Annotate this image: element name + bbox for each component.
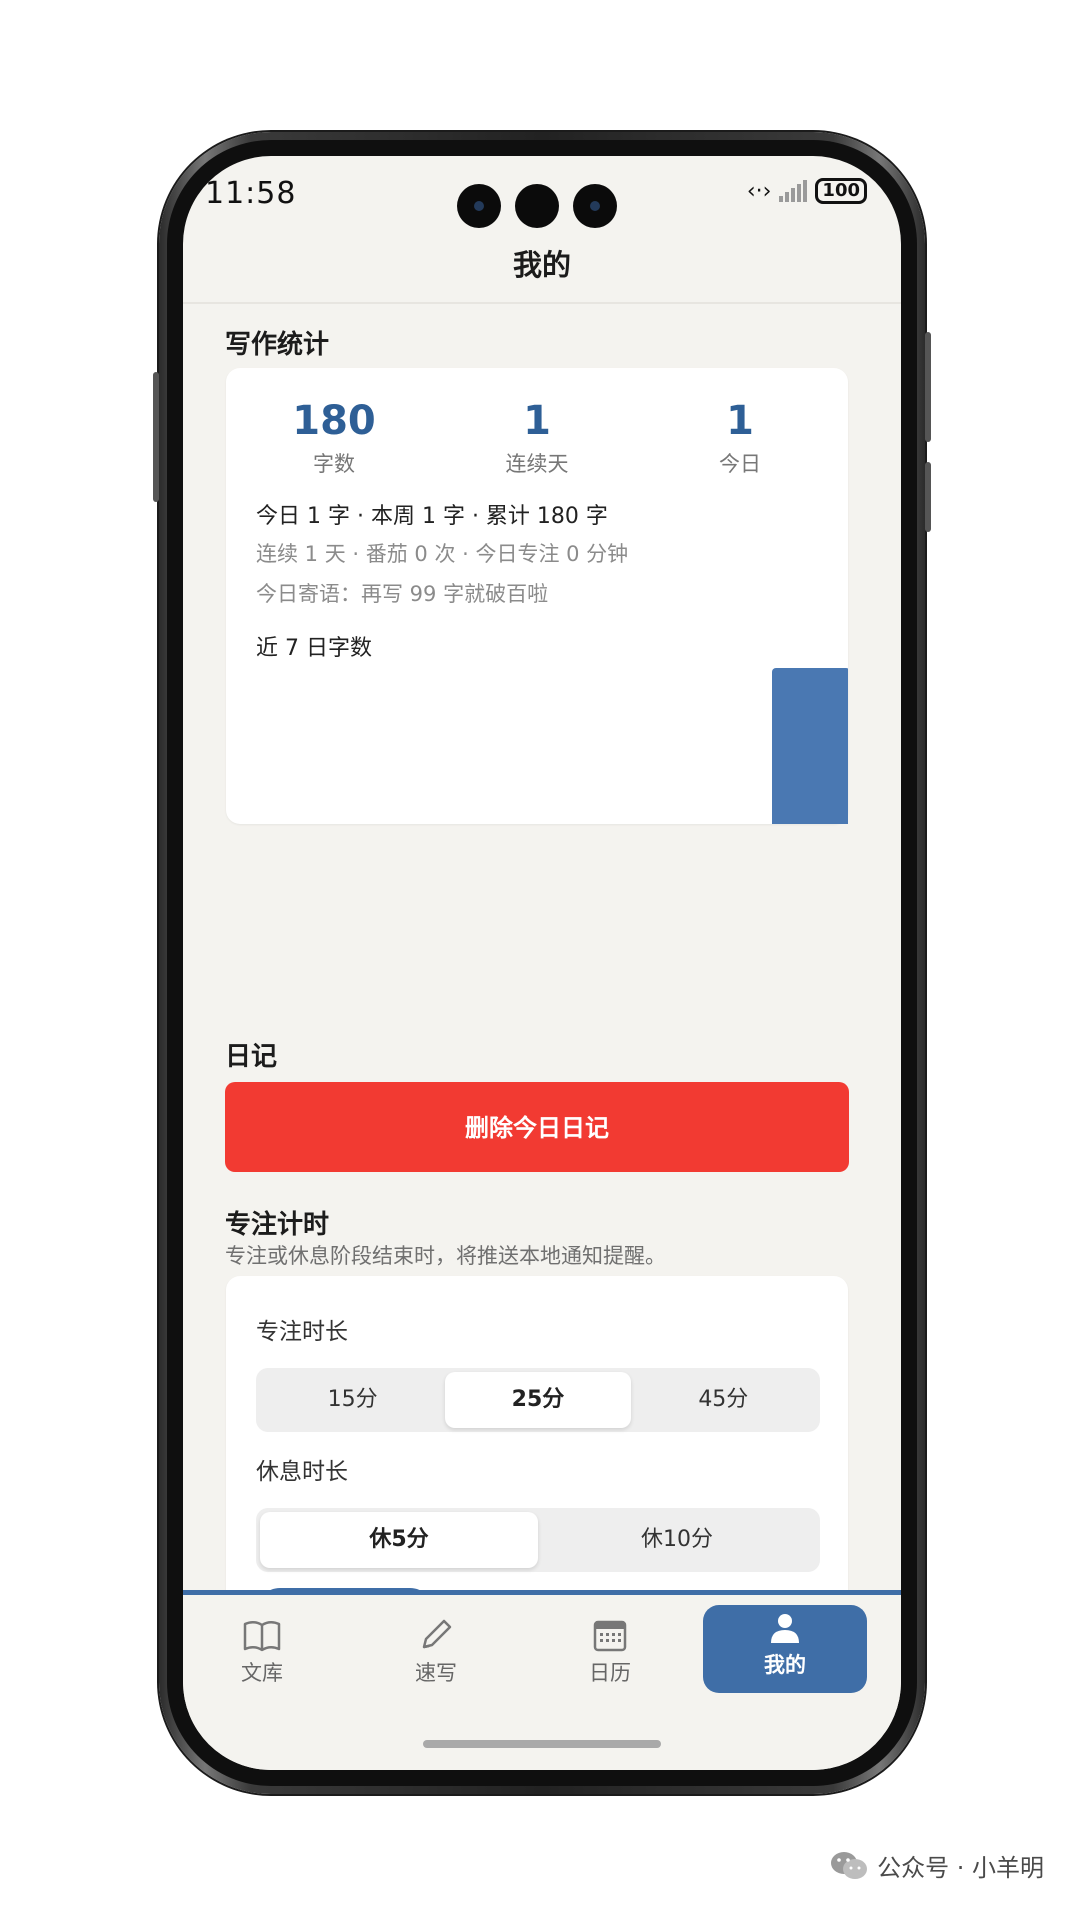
signal-icon xyxy=(779,180,808,202)
rest-duration-selector: 休5分 休10分 xyxy=(256,1508,820,1572)
nav-item-calendar[interactable]: 日历 xyxy=(545,1613,675,1701)
side-button-right-2 xyxy=(925,462,931,532)
person-icon xyxy=(703,1605,867,1645)
nav-label: 我的 xyxy=(764,1653,806,1677)
focus-duration-label: 专注时长 xyxy=(256,1319,348,1345)
nav-label: 文库 xyxy=(241,1661,283,1685)
calendar-icon xyxy=(545,1613,675,1653)
volume-button xyxy=(153,372,159,502)
nav-item-me[interactable]: 我的 xyxy=(703,1605,867,1693)
pencil-icon xyxy=(371,1613,501,1653)
camera-sensor-icon xyxy=(515,184,559,228)
focus-option-15[interactable]: 15分 xyxy=(260,1372,445,1428)
weekly-word-chart: 08/0208/0308/0408/0508/0608/0708/08 xyxy=(772,668,848,824)
rest-option-10[interactable]: 休10分 xyxy=(538,1512,816,1568)
focus-timer-title: 专注计时 xyxy=(225,1210,330,1240)
camera-lens-icon xyxy=(573,184,617,228)
nav-item-sketch[interactable]: 速写 xyxy=(371,1613,501,1701)
wechat-icon xyxy=(831,1851,868,1879)
phone-frame: 11:58 ‹·› 100 我的 写作统计 180 字数 1 连续天 1 今日 … xyxy=(153,132,931,1794)
header-divider xyxy=(183,302,901,304)
diary-title: 日记 xyxy=(225,1042,278,1072)
camera-cutout xyxy=(457,184,617,228)
book-icon xyxy=(197,1613,327,1653)
nav-label: 速写 xyxy=(415,1661,457,1685)
rest-duration-label: 休息时长 xyxy=(256,1459,348,1485)
writing-stats-title: 写作统计 xyxy=(225,330,330,360)
rest-option-5[interactable]: 休5分 xyxy=(260,1512,538,1568)
focus-timer-description: 专注或休息阶段结束时，将推送本地通知提醒。 xyxy=(225,1244,666,1268)
focus-option-25[interactable]: 25分 xyxy=(445,1372,631,1428)
writing-stats-card: 180 字数 1 连续天 1 今日 今日 1 字 · 本周 1 字 · 累计 1… xyxy=(226,368,848,824)
chart-bar-08-08 xyxy=(772,668,848,824)
watermark: 公众号 · 小羊明 xyxy=(829,1848,1044,1883)
side-button-right-1 xyxy=(925,332,931,442)
focus-option-45[interactable]: 45分 xyxy=(631,1372,816,1428)
nav-item-library[interactable]: 文库 xyxy=(197,1613,327,1701)
home-indicator[interactable] xyxy=(423,1740,661,1748)
nav-label: 日历 xyxy=(589,1661,631,1685)
delete-today-diary-button[interactable]: 删除今日日记 xyxy=(225,1082,849,1172)
focus-duration-selector: 15分 25分 45分 xyxy=(256,1368,820,1432)
screen: 11:58 ‹·› 100 我的 写作统计 180 字数 1 连续天 1 今日 … xyxy=(183,156,901,1770)
status-icons: ‹·› 100 xyxy=(747,178,867,204)
status-time: 11:58 xyxy=(205,176,297,211)
camera-lens-icon xyxy=(457,184,501,228)
data-transfer-icon: ‹·› xyxy=(746,178,772,204)
page-title: 我的 xyxy=(512,248,571,282)
watermark-text: 公众号 · 小羊明 xyxy=(877,1854,1044,1882)
focus-timer-card: 专注时长 15分 25分 45分 休息时长 休5分 休10分 xyxy=(226,1276,848,1628)
battery-icon: 100 xyxy=(815,178,867,204)
